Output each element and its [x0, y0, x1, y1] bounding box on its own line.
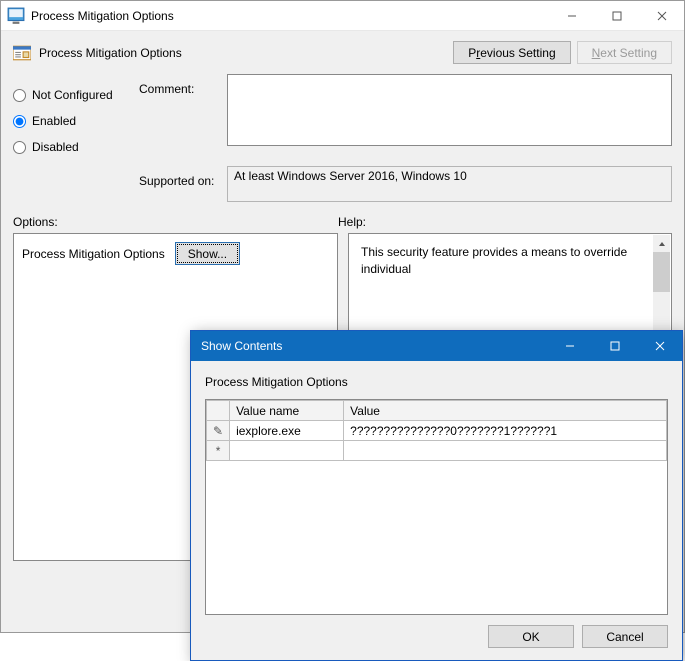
minimize-button[interactable] [549, 1, 594, 31]
dialog-title: Show Contents [201, 339, 547, 353]
grid-corner [207, 401, 230, 421]
main-titlebar: Process Mitigation Options [1, 1, 684, 31]
radio-disabled-label: Disabled [32, 140, 79, 154]
radio-not-configured[interactable]: Not Configured [13, 88, 133, 102]
options-row-label: Process Mitigation Options [22, 247, 165, 261]
next-setting-button[interactable]: Next Setting [577, 41, 672, 64]
help-text: This security feature provides a means t… [349, 234, 671, 288]
table-row[interactable]: * [207, 441, 667, 461]
grid-col-value[interactable]: Value [344, 401, 667, 421]
show-contents-dialog: Show Contents Process Mitigation Options… [190, 330, 683, 661]
dialog-close-button[interactable] [637, 331, 682, 361]
radio-enabled-label: Enabled [32, 114, 76, 128]
table-row[interactable]: ✎ iexplore.exe ???????????????0???????1?… [207, 421, 667, 441]
radio-not-configured-input[interactable] [13, 89, 26, 102]
row-marker-icon: * [207, 441, 230, 461]
comment-label: Comment: [139, 74, 221, 166]
radio-disabled-input[interactable] [13, 141, 26, 154]
options-label: Options: [13, 215, 338, 229]
scroll-up-icon[interactable] [653, 235, 670, 252]
grid-col-name[interactable]: Value name [230, 401, 344, 421]
policy-name: Process Mitigation Options [39, 46, 447, 60]
cell-value[interactable]: ???????????????0???????1??????1 [344, 421, 667, 441]
radio-enabled-input[interactable] [13, 115, 26, 128]
cell-value[interactable] [344, 441, 667, 461]
policy-icon [13, 44, 31, 62]
dialog-titlebar: Show Contents [191, 331, 682, 361]
previous-setting-button[interactable]: Previous Setting [453, 41, 570, 64]
help-label: Help: [338, 215, 366, 229]
maximize-button[interactable] [594, 1, 639, 31]
policy-header: Process Mitigation Options Previous Sett… [1, 31, 684, 70]
cell-value-name[interactable] [230, 441, 344, 461]
radio-enabled[interactable]: Enabled [13, 114, 133, 128]
dialog-maximize-button[interactable] [592, 331, 637, 361]
app-icon [7, 7, 25, 25]
dialog-ok-button[interactable]: OK [488, 625, 574, 648]
show-button[interactable]: Show... [175, 242, 240, 265]
row-marker-icon: ✎ [207, 421, 230, 441]
supported-on-label: Supported on: [139, 166, 221, 205]
radio-disabled[interactable]: Disabled [13, 140, 133, 154]
comment-input[interactable] [227, 74, 672, 146]
close-button[interactable] [639, 1, 684, 31]
cell-value-name[interactable]: iexplore.exe [230, 421, 344, 441]
window-title: Process Mitigation Options [31, 9, 549, 23]
dialog-grid[interactable]: Value name Value ✎ iexplore.exe ????????… [205, 399, 668, 615]
dialog-minimize-button[interactable] [547, 331, 592, 361]
radio-not-configured-label: Not Configured [32, 88, 113, 102]
scroll-thumb[interactable] [653, 252, 670, 292]
dialog-subtitle: Process Mitigation Options [205, 375, 668, 389]
state-radios: Not Configured Enabled Disabled [13, 74, 133, 166]
dialog-cancel-button[interactable]: Cancel [582, 625, 668, 648]
supported-on-value [227, 166, 672, 202]
